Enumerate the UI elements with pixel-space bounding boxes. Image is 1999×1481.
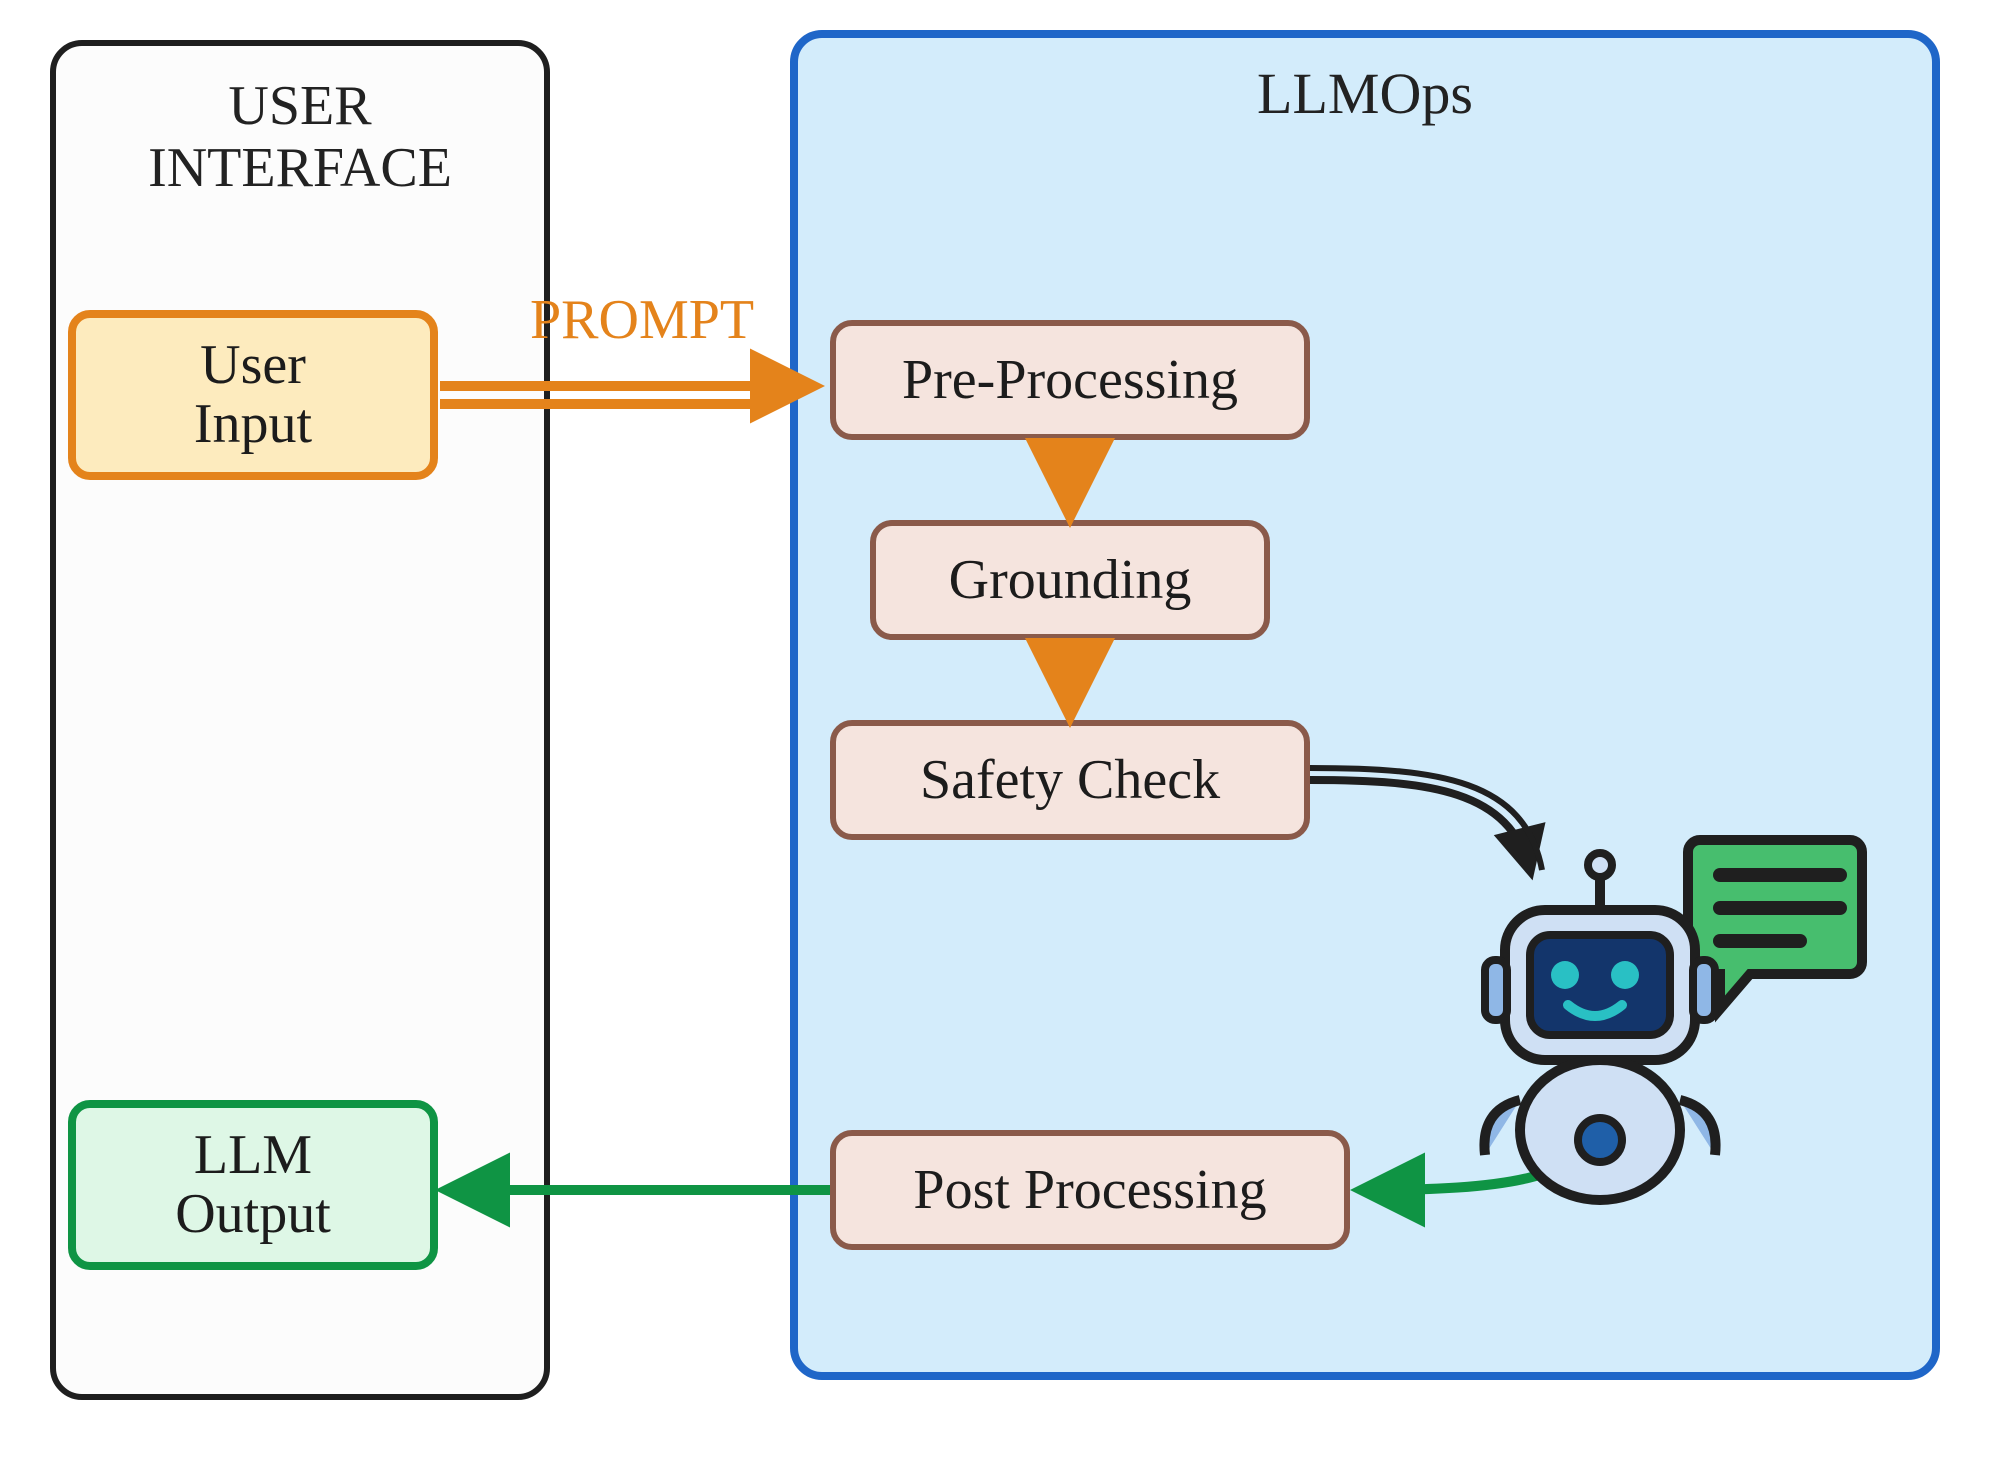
- node-llm-output: LLMOutput: [68, 1100, 438, 1270]
- step-label: Safety Check: [920, 751, 1220, 810]
- step-label: Pre-Processing: [902, 351, 1238, 410]
- arrow-pre-to-grounding: [1050, 440, 1090, 530]
- panel-title-llmops: LLMOps: [798, 62, 1932, 126]
- step-grounding: Grounding: [870, 520, 1270, 640]
- step-safety-check: Safety Check: [830, 720, 1310, 840]
- edge-label-prompt: PROMPT: [530, 288, 754, 352]
- arrow-grounding-to-safety: [1050, 640, 1090, 730]
- node-label: UserInput: [194, 336, 312, 454]
- node-user-input: UserInput: [68, 310, 438, 480]
- arrow-post-to-output: [440, 1170, 840, 1210]
- node-label: LLMOutput: [175, 1126, 331, 1244]
- step-label: Grounding: [949, 551, 1192, 610]
- step-post-processing: Post Processing: [830, 1130, 1350, 1250]
- diagram-canvas: USERINTERFACE LLMOps UserInput LLMOutput…: [0, 0, 1999, 1481]
- step-label: Post Processing: [913, 1161, 1266, 1220]
- panel-title-user-interface: USERINTERFACE: [56, 76, 544, 199]
- step-pre-processing: Pre-Processing: [830, 320, 1310, 440]
- robot-chat-icon: [1450, 830, 1870, 1235]
- arrow-prompt: [440, 350, 840, 440]
